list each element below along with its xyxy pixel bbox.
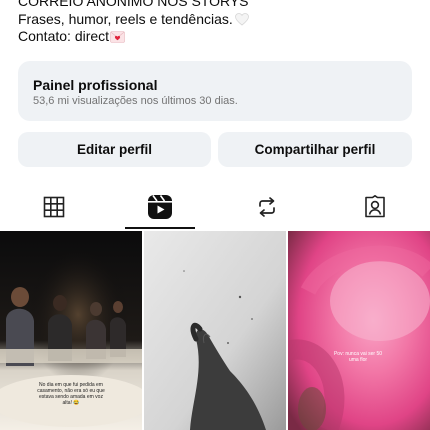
bio-line-2: Frases, humor, reels e tendências. [18,11,418,29]
professional-dashboard-stats: 53,6 mi visualizações nos últimos 30 dia… [33,95,238,107]
reels-grid: No dia em que fui pedida em casamento, n… [0,231,430,430]
white-heart-icon [234,12,249,26]
reel-caption: Pov: nunca vai ser 50 uma flor [333,351,383,363]
reel-caption: No dia em que fui pedida em casamento, n… [37,382,105,406]
tab-tagged[interactable] [340,186,410,228]
reel-thumbnail[interactable]: No dia em que fui pedida em casamento, n… [0,231,142,430]
reels-icon [148,195,172,219]
grid-icon [43,196,65,218]
profile-tabs [0,186,430,230]
bio-line-3: Contato: direct [18,28,418,46]
share-profile-button[interactable]: Compartilhar perfil [218,132,412,167]
love-letter-icon [110,31,125,43]
tagged-icon [365,195,385,218]
pink-rose-image [288,231,430,430]
reel-thumbnail[interactable]: Pov: nunca vai ser 50 uma flor [288,231,430,430]
edit-profile-button[interactable]: Editar perfil [18,132,211,167]
bio-line-2-text: Frases, humor, reels e tendências. [18,10,233,27]
profile-bio: CORREIO ANÔNIMO NOS STORYS Frases, humor… [18,0,418,46]
active-tab-indicator [125,227,195,229]
hand-reaching-image [144,231,286,430]
tab-posts-grid[interactable] [19,186,89,228]
bio-contact-text: Contato: direct [18,28,110,44]
professional-dashboard-title: Painel profissional [33,77,158,93]
tab-reels[interactable] [125,186,195,228]
professional-dashboard[interactable]: Painel profissional 53,6 mi visualizaçõe… [18,61,412,121]
reel-thumbnail[interactable] [144,231,286,430]
tab-reposts[interactable] [232,186,302,228]
bio-line-1: CORREIO ANÔNIMO NOS STORYS [18,0,249,9]
reposts-icon [259,197,275,217]
